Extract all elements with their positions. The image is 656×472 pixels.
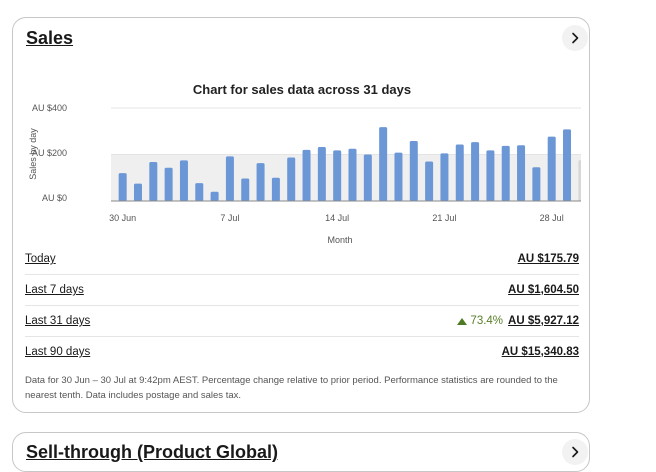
triangle-up-icon xyxy=(457,317,468,325)
y-tick-0: AU $0 xyxy=(42,193,67,203)
sales-bar-19-jul[interactable] xyxy=(409,141,418,201)
x-tick-label: 7 Jul xyxy=(220,213,239,223)
last-31-days-right: 73.4% AU $5,927.12 xyxy=(457,315,579,327)
sales-bar-22-jul[interactable] xyxy=(455,144,464,201)
last-7-days-label[interactable]: Last 7 days xyxy=(25,284,84,296)
sales-bar-26-jul[interactable] xyxy=(517,145,526,201)
today-label[interactable]: Today xyxy=(25,253,56,265)
sales-bar-24-jul[interactable] xyxy=(486,150,495,201)
y-tick-400: AU $400 xyxy=(32,103,67,113)
open-sell-through-button[interactable] xyxy=(562,439,588,465)
row-last-90-days: Last 90 days AU $15,340.83 xyxy=(25,337,579,367)
chart-grid xyxy=(111,107,581,155)
x-tick-label: 21 Jul xyxy=(432,213,456,223)
sales-bar-7-jul[interactable] xyxy=(225,156,234,201)
footnote: Data for 30 Jun – 30 Jul at 9:42pm AEST.… xyxy=(25,375,558,401)
change-indicator: 73.4% xyxy=(457,315,503,327)
sales-bar-2-jul[interactable] xyxy=(149,161,158,201)
today-value[interactable]: AU $175.79 xyxy=(518,253,579,265)
last-31-days-value[interactable]: AU $5,927.12 xyxy=(508,315,579,327)
change-percent: 73.4% xyxy=(470,315,504,327)
x-tick-label: 28 Jul xyxy=(540,213,564,223)
x-tick-label: 14 Jul xyxy=(325,213,349,223)
sales-bar-6-jul[interactable] xyxy=(210,191,219,201)
x-ticks: 30 Jun 7 Jul 14 Jul 21 Jul 28 Jul xyxy=(109,213,564,223)
x-tick-label: 30 Jun xyxy=(109,213,136,223)
last-90-days-label[interactable]: Last 90 days xyxy=(25,346,90,358)
row-last-31-days: Last 31 days 73.4% AU $5,927.12 xyxy=(25,306,579,336)
sales-bar-4-jul[interactable] xyxy=(179,160,188,201)
sell-through-card-title[interactable]: Sell-through (Product Global) xyxy=(26,442,278,463)
sales-bar-21-jul[interactable] xyxy=(440,153,449,201)
last-31-days-label[interactable]: Last 31 days xyxy=(25,315,90,327)
chevron-right-icon xyxy=(569,32,581,44)
sales-bar-30-jul[interactable] xyxy=(578,160,581,201)
last-90-days-value[interactable]: AU $15,340.83 xyxy=(502,346,579,358)
sales-bar-14-jul[interactable] xyxy=(333,150,342,201)
y-axis-label: Sales by day xyxy=(28,128,38,180)
sales-bar-16-jul[interactable] xyxy=(363,154,372,202)
sales-bar-12-jul[interactable] xyxy=(302,149,311,201)
sales-bar-10-jul[interactable] xyxy=(271,177,280,201)
sales-bar-9-jul[interactable] xyxy=(256,163,265,201)
sales-bar-29-jul[interactable] xyxy=(563,129,572,201)
last-7-days-value[interactable]: AU $1,604.50 xyxy=(508,284,579,296)
sales-bar-11-jul[interactable] xyxy=(287,157,296,201)
sales-bar-15-jul[interactable] xyxy=(348,148,357,201)
sales-bar-13-jul[interactable] xyxy=(317,147,326,201)
sales-bar-18-jul[interactable] xyxy=(394,152,403,201)
sales-bar-23-jul[interactable] xyxy=(471,142,480,201)
sales-bar-1-jul[interactable] xyxy=(133,183,142,201)
open-sales-button[interactable] xyxy=(562,25,588,51)
sales-card-title[interactable]: Sales xyxy=(26,28,73,49)
sales-bar-8-jul[interactable] xyxy=(241,178,250,201)
sales-bar-3-jul[interactable] xyxy=(164,167,173,201)
sales-bar-20-jul[interactable] xyxy=(425,161,434,201)
sales-bar-5-jul[interactable] xyxy=(195,183,204,201)
row-last-7-days: Last 7 days AU $1,604.50 xyxy=(25,275,579,305)
sales-bar-30-jun[interactable] xyxy=(118,173,127,201)
sales-card: Sales Chart for sales data across 31 day… xyxy=(12,17,590,413)
row-today: Today AU $175.79 xyxy=(25,244,579,274)
sales-chart: Chart for sales data across 31 days AU $… xyxy=(28,82,581,245)
sales-bar-27-jul[interactable] xyxy=(532,167,541,201)
chart-title: Chart for sales data across 31 days xyxy=(193,82,411,97)
sell-through-card: Sell-through (Product Global) xyxy=(12,432,590,472)
sales-bar-17-jul[interactable] xyxy=(379,127,388,201)
sales-bar-28-jul[interactable] xyxy=(547,136,556,201)
sales-bar-25-jul[interactable] xyxy=(501,145,510,201)
